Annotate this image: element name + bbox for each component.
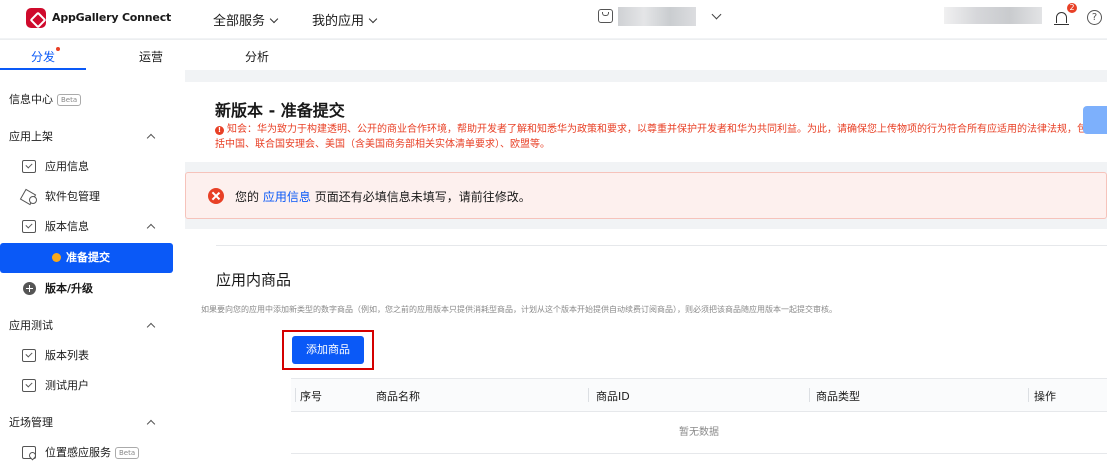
divider (216, 245, 1107, 246)
sidebar-group-label: 应用测试 (9, 319, 53, 332)
document-icon (22, 349, 36, 362)
plus-circle-icon (23, 282, 36, 295)
alert-text: 您的 应用信息 页面还有必填信息未填写，请前往修改。 (235, 188, 531, 205)
chevron-up-icon (146, 322, 156, 332)
sidebar-group-app-launch[interactable]: 应用上架 (0, 122, 185, 152)
error-close-icon (208, 188, 224, 204)
page-title: 新版本 - 准备提交 (215, 101, 345, 120)
chevron-down-icon (269, 14, 279, 24)
tab-distribution-label: 分发 (31, 50, 56, 64)
column-header-id: 商品ID (596, 390, 630, 403)
sidebar-item-label: 版本/升级 (45, 282, 94, 295)
column-header-name: 商品名称 (376, 390, 420, 403)
document-icon (22, 160, 36, 173)
help-icon[interactable]: ? (1087, 10, 1102, 25)
sidebar-item-label: 版本列表 (45, 349, 89, 362)
sidebar-item-test-users[interactable]: 测试用户 (0, 371, 185, 401)
sidebar-item-label: 信息中心 (9, 93, 53, 106)
beta-badge: Beta (115, 447, 140, 459)
tab-bar: 分发 运营 分析 (0, 39, 1107, 70)
notification-badge: 2 (1067, 3, 1077, 13)
sidebar-group-label: 应用上架 (9, 130, 53, 143)
red-dot-icon (56, 47, 61, 51)
column-separator (1028, 388, 1029, 402)
sidebar: 信息中心 Beta 应用上架 应用信息 软件包管理 版本信息 准备提交 版本/升级… (0, 70, 185, 476)
sidebar-item-label: 准备提交 (66, 251, 110, 264)
sidebar-item-label: 测试用户 (45, 379, 89, 392)
section-title: 应用内商品 (216, 271, 292, 289)
beta-badge: Beta (57, 94, 82, 106)
notice-text: 知会：华为致力于构建透明、公开的商业合作环境，帮助开发者了解和知悉华为政策和要求… (215, 124, 1087, 150)
nav-all-services-label: 全部服务 (213, 14, 266, 29)
sidebar-item-label: 软件包管理 (45, 190, 100, 203)
nav-all-services[interactable]: 全部服务 (213, 10, 279, 29)
app-name-redacted[interactable] (618, 7, 696, 26)
brand-name[interactable]: AppGallery Connect (52, 11, 171, 24)
tab-distribution[interactable]: 分发 (31, 47, 61, 65)
sidebar-item-package-mgmt[interactable]: 软件包管理 (0, 182, 185, 212)
document-edit-icon (22, 220, 36, 233)
column-separator (295, 388, 296, 402)
warning-icon: ! (215, 126, 224, 135)
chevron-up-icon (146, 419, 156, 429)
sidebar-item-label: 版本信息 (45, 220, 89, 233)
column-header-type: 商品类型 (816, 390, 860, 403)
top-bar: AppGallery Connect 全部服务 我的应用 2 ? (0, 0, 1107, 38)
submit-button[interactable] (1083, 106, 1107, 134)
location-icon (22, 446, 36, 459)
appgallery-logo-icon[interactable] (26, 8, 46, 28)
account-name-redacted[interactable] (944, 7, 1042, 24)
document-icon (22, 379, 36, 392)
app-switch-chevron-icon[interactable] (711, 9, 722, 20)
sidebar-group-app-test[interactable]: 应用测试 (0, 311, 185, 341)
nav-my-apps[interactable]: 我的应用 (312, 10, 378, 29)
empty-state: 暂无数据 (291, 412, 1107, 454)
products-table: 序号 商品名称 商品ID 商品类型 操作 暂无数据 (291, 378, 1107, 454)
sidebar-item-app-info[interactable]: 应用信息 (0, 152, 185, 182)
sidebar-item-prepare-submit[interactable]: 准备提交 (0, 243, 173, 273)
status-dot-icon (52, 253, 61, 262)
sidebar-group-nearby-mgmt[interactable]: 近场管理 (0, 408, 185, 438)
tab-analytics[interactable]: 分析 (245, 48, 269, 65)
sidebar-group-version-info[interactable]: 版本信息 (0, 212, 185, 242)
app-bag-icon (598, 9, 613, 23)
bell-icon[interactable] (1054, 12, 1069, 25)
sidebar-item-label: 位置感应服务 (45, 446, 111, 459)
sidebar-item-label: 应用信息 (45, 160, 89, 173)
chevron-down-icon (368, 14, 378, 24)
column-separator (809, 388, 810, 402)
sidebar-item-location-service[interactable]: 位置感应服务 Beta (0, 438, 185, 468)
package-settings-icon (22, 190, 37, 204)
compliance-notice: ! 知会：华为致力于构建透明、公开的商业合作环境，帮助开发者了解和知悉华为政策和要… (215, 122, 1095, 152)
chevron-up-icon (146, 133, 156, 143)
nav-my-apps-label: 我的应用 (312, 14, 365, 29)
tab-operations[interactable]: 运营 (139, 48, 163, 65)
alert-suffix: 页面还有必填信息未填写，请前往修改。 (314, 190, 531, 204)
column-header-actions: 操作 (1034, 390, 1056, 403)
page-header: 新版本 - 准备提交 ! 知会：华为致力于构建透明、公开的商业合作环境，帮助开发者… (185, 82, 1107, 162)
column-header-index: 序号 (300, 390, 322, 403)
column-separator (588, 388, 589, 402)
alert-prefix: 您的 (235, 190, 260, 204)
sidebar-item-info-center[interactable]: 信息中心 Beta (0, 85, 185, 115)
sidebar-group-label: 近场管理 (9, 416, 53, 429)
sidebar-item-version-list[interactable]: 版本列表 (0, 341, 185, 371)
sidebar-item-version-upgrade[interactable]: 版本/升级 (0, 274, 185, 304)
section-description: 如果要向您的应用中添加新类型的数字商品（例如，您之前的应用版本只提供消耗型商品，… (201, 305, 837, 314)
app-info-link[interactable]: 应用信息 (263, 190, 311, 204)
add-product-button[interactable]: 添加商品 (292, 336, 364, 364)
chevron-up-icon (146, 223, 156, 233)
iap-section: 应用内商品 如果要向您的应用中添加新类型的数字商品（例如，您之前的应用版本只提供… (185, 229, 1107, 476)
table-header: 序号 商品名称 商品ID 商品类型 操作 (291, 378, 1107, 412)
error-alert: 您的 应用信息 页面还有必填信息未填写，请前往修改。 (185, 172, 1107, 219)
